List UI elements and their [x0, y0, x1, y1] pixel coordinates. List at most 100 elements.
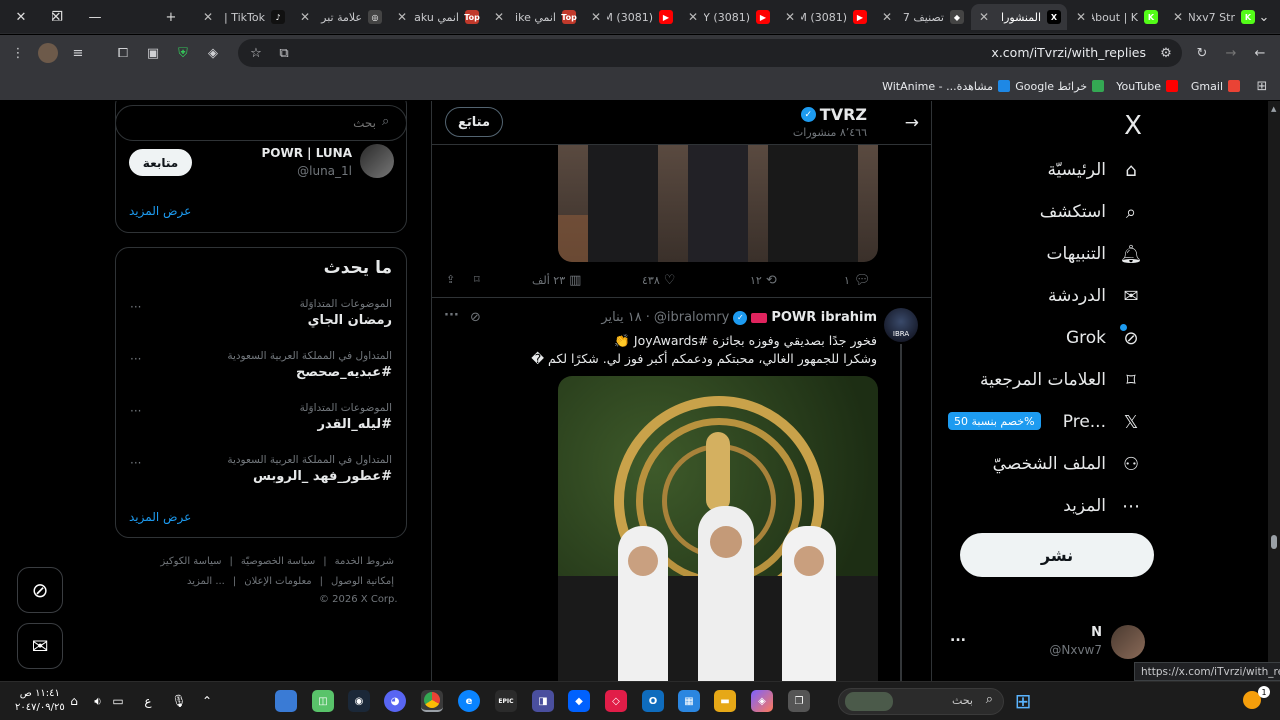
likes-action[interactable]: ♡ ٤٣٨ — [642, 273, 675, 288]
bookmark-item[interactable]: Gmail — [1191, 77, 1240, 95]
discord-icon[interactable]: ◕ — [384, 690, 406, 712]
microphone-icon[interactable]: 🎙︎ — [168, 690, 190, 712]
browser-tab[interactable]: ◎ علامة تبر ✕ — [292, 4, 388, 30]
dropbox-icon[interactable]: ◆ — [568, 690, 590, 712]
outlook-icon[interactable]: O — [642, 690, 664, 712]
trend-more-icon[interactable]: ··· — [130, 456, 141, 470]
post-more-icon[interactable]: ··· — [444, 308, 459, 323]
post-button[interactable]: نشر — [960, 533, 1154, 577]
nav-item[interactable]: ✉ الدردشة — [1048, 279, 1144, 313]
game-app-icon[interactable]: ◫ — [312, 690, 334, 712]
tab-close-icon[interactable]: ✕ — [395, 10, 409, 24]
teams-icon[interactable]: ◨ — [532, 690, 554, 712]
file-explorer-icon[interactable]: ▬ — [714, 690, 736, 712]
account-switcher[interactable]: N @Nxvw7 ... — [946, 623, 1156, 667]
nav-item[interactable]: ⊘ Grok — [1066, 321, 1144, 355]
trend-item[interactable]: الموضوعات المتداوَلة رمضان الجاي — [300, 298, 392, 328]
follow-button[interactable]: متابعة — [129, 149, 192, 176]
tab-close-icon[interactable]: ✕ — [1074, 10, 1088, 24]
suggested-user-name[interactable]: POWR | LUNA — [261, 146, 352, 160]
nav-item[interactable]: ⌕ استكشف — [1040, 195, 1144, 229]
extensions-icon[interactable]: ⧠ — [113, 43, 133, 63]
minimize-window-icon[interactable]: — — [84, 6, 106, 28]
tab-close-icon[interactable]: ✕ — [880, 10, 894, 24]
trend-more-icon[interactable]: ··· — [130, 300, 141, 314]
trend-item[interactable]: المتداول في المملكة العربية السعودية #عبد… — [227, 350, 392, 380]
tab-close-icon[interactable]: ✕ — [589, 10, 603, 24]
back-icon[interactable]: ← — [1250, 43, 1270, 63]
all-apps-grid-icon[interactable]: ⊞ — [1252, 76, 1272, 96]
browser-tab[interactable]: ♪ TikTok | ✕ — [195, 4, 291, 30]
bookmark-item[interactable]: خرائط Google — [1015, 77, 1104, 95]
tab-close-icon[interactable]: ✕ — [298, 10, 312, 24]
grok-post-icon[interactable]: ⊘ — [470, 310, 481, 325]
browser-tab[interactable]: ▶ (3081) M ✕ — [777, 4, 873, 30]
following-button[interactable]: متابَع — [445, 107, 503, 137]
nav-item[interactable]: 🔔︎ التنبيهات — [1047, 237, 1144, 271]
bookmark-star-icon[interactable]: ☆ — [246, 43, 266, 63]
author-avatar[interactable]: IBRA — [884, 308, 918, 342]
trend-item[interactable]: الموضوعات المتداوَلة #ليله_القدر — [300, 402, 392, 432]
extension-puzzle-icon[interactable]: ▣ — [143, 43, 163, 63]
post[interactable]: IBRA POWR ibrahim ✓ @ibralomry · ١٨ يناي… — [432, 298, 931, 681]
page-scrollbar[interactable]: ▲ ▼ — [1268, 101, 1280, 681]
nav-item[interactable]: ⋯ المزيد — [1063, 489, 1144, 523]
language-indicator[interactable]: ع — [137, 690, 159, 712]
restore-window-icon[interactable]: ❐ — [46, 6, 68, 28]
edge-icon[interactable]: e — [458, 690, 480, 712]
browser-tab[interactable]: K Nxv7 Str ✕ — [1165, 4, 1261, 30]
site-settings-icon[interactable]: ⚙ — [1156, 43, 1176, 63]
tab-close-icon[interactable]: ✕ — [201, 10, 215, 24]
replies-action[interactable]: 💬︎ ١ — [844, 273, 870, 288]
address-bar[interactable]: ⚙ x.com/iTvrzi/with_replies ☆ ⧉ — [238, 39, 1182, 67]
show-more-link[interactable]: عرض المزيد — [129, 204, 191, 218]
browser-tab[interactable]: ▶ (3081) M ✕ — [583, 4, 679, 30]
trend-more-icon[interactable]: ··· — [130, 352, 141, 366]
clock[interactable]: ١١:٤١ ص ٢٠٤٧/٠٩/٢٥ — [15, 687, 65, 715]
post-date[interactable]: ١٨ يناير — [601, 310, 641, 325]
tab-close-icon[interactable]: ✕ — [492, 10, 506, 24]
store-icon[interactable]: ▦ — [678, 690, 700, 712]
open-in-app-icon[interactable]: ⧉ — [274, 43, 294, 63]
cookies-link[interactable]: سياسة الكوكيز — [160, 556, 221, 567]
chrome-icon[interactable] — [421, 690, 443, 712]
media-controls-icon[interactable]: ≡ — [68, 43, 88, 63]
reload-icon[interactable]: ↻ — [1192, 43, 1212, 63]
copilot-icon[interactable]: ◈ — [751, 690, 773, 712]
previous-post-image[interactable] — [558, 145, 878, 262]
scrollbar-thumb[interactable] — [1271, 535, 1277, 549]
steam-icon[interactable]: ◉ — [348, 690, 370, 712]
browser-tab[interactable]: ◆ تصنيف 7 ✕ — [874, 4, 970, 30]
account-more-icon[interactable]: ... — [950, 629, 966, 645]
post-image[interactable] — [558, 376, 878, 681]
terms-link[interactable]: شروط الخدمة — [335, 556, 394, 567]
views-action[interactable]: ▥ ٢٣ ألف — [532, 273, 581, 288]
show-more-link[interactable]: عرض المزيد — [129, 510, 191, 524]
tab-close-icon[interactable]: ✕ — [783, 10, 797, 24]
browser-tab[interactable]: X المنشورا ✕ — [971, 4, 1067, 30]
footer-more-link[interactable]: ... المزيد — [187, 576, 225, 587]
tab-close-icon[interactable]: ✕ — [686, 10, 700, 24]
extension-adblock-icon[interactable]: ⛨ — [173, 43, 193, 63]
browser-tab[interactable]: K About | K ✕ — [1068, 4, 1164, 30]
browser-tab[interactable]: ▶ (3081) Y ✕ — [680, 4, 776, 30]
start-windows-icon[interactable]: ⊞ — [1012, 689, 1034, 713]
accessibility-link[interactable]: إمكانية الوصول — [331, 576, 394, 587]
taskbar-search[interactable]: بحث ⌕ — [838, 688, 1004, 715]
grok-float-icon[interactable]: ⊘ — [17, 567, 63, 613]
back-arrow-icon[interactable]: → — [905, 113, 919, 133]
nav-item[interactable]: ⌂ الرئيسيّة — [1047, 153, 1144, 187]
photos-app-icon[interactable] — [275, 690, 297, 712]
share-icon[interactable]: ⇪ — [446, 273, 455, 286]
bookmark-item[interactable]: مشاهدة... - WitAnime — [882, 77, 1010, 95]
browser-tab[interactable]: Top انمي aku ✕ — [389, 4, 485, 30]
battery-icon[interactable]: ▭ — [107, 690, 129, 712]
bookmark-icon[interactable]: ⌑ — [474, 273, 480, 286]
extension-shield-icon[interactable]: ◈ — [203, 43, 223, 63]
trend-more-icon[interactable]: ··· — [130, 404, 141, 418]
tab-close-icon[interactable]: ✕ — [1171, 10, 1185, 24]
anydesk-icon[interactable]: ◇ — [605, 690, 627, 712]
browser-menu-icon[interactable]: ⋮ — [8, 43, 28, 63]
forward-icon[interactable]: → — [1221, 43, 1241, 63]
messages-float-icon[interactable]: ✉ — [17, 623, 63, 669]
